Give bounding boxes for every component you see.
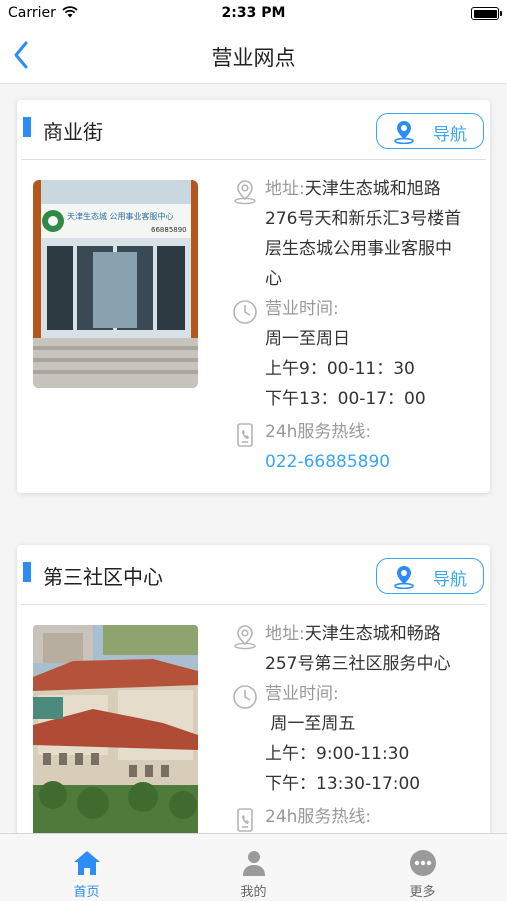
outlet-name: 第三社区中心 [43,565,163,589]
address-line: 257号第三社区服务中心 [265,654,451,674]
address-line: 276号天和新乐汇3号楼首 [265,209,462,229]
hotline-label: 24h服务热线: [265,422,372,442]
phone-icon [237,808,253,832]
hours-block: 营业时间: 周一至周日 上午9：00-11：30 下午13：00-17：00 [265,294,426,414]
outlet-photo [33,625,198,833]
address-label: 地址: [265,179,305,199]
clock-icon [233,300,257,324]
navigate-label: 导航 [433,570,467,590]
tab-home[interactable]: 首页 [2,834,171,901]
outlet-name: 商业街 [43,120,103,144]
tab-label: 更多 [409,885,436,900]
location-pin-icon [394,566,414,589]
user-icon [243,851,265,876]
address-line: 层生态城公用事业客服中 [265,239,452,259]
hours-label: 营业时间: [265,684,339,704]
tab-more[interactable]: 更多 [338,834,507,901]
tab-label: 首页 [73,885,100,900]
address-block: 地址:天津生态城和旭路 276号天和新乐汇3号楼首 层生态城公用事业客服中 心 [265,174,461,294]
photo-sign-phone: 66885890 [151,226,187,234]
hours-block: 营业时间: 周一至周五 上午：9:00-11:30 下午：13:30-17:00 [265,679,420,799]
battery-icon [471,7,502,20]
address-block: 地址:天津生态城和畅路 257号第三社区服务中心 [265,619,450,679]
outlet-card: 第三社区中心 导航 地址:天津生态城和畅路 257号第三社区服务中心 营业时间:… [17,545,490,833]
outlet-photo: 天津生态城 公用事业客服中心 66885890 [33,180,198,388]
title-accent-bar [23,562,31,582]
hotline-block: 24h服务热线: [265,802,371,832]
address-line: 天津生态城和旭路 [304,179,441,199]
home-icon [74,851,100,875]
hours-label: 营业时间: [265,299,339,319]
phone-icon [237,423,253,447]
hours-line: 下午13：00-17：00 [265,389,426,409]
title-accent-bar [23,117,31,137]
navigate-label: 导航 [433,125,467,145]
status-bar: Carrier 2:33 PM [0,0,507,28]
address-line: 心 [265,269,282,289]
hotline-block: 24h服务热线: 022-66885890 [265,417,390,477]
photo-sign-text: 天津生态城 公用事业客服中心 [67,211,174,221]
hotline-label: 24h服务热线: [265,807,372,827]
hours-line: 上午：9:00-11:30 [265,744,410,764]
clock-icon [233,685,257,709]
location-pin-icon [234,180,256,205]
page-title: 营业网点 [211,46,296,70]
more-icon [410,850,436,876]
outlet-card-header: 商业街 导航 [21,100,486,160]
outlet-list[interactable]: 商业街 导航 天津生态城 公用事业客服中心 66885890 地址:天津生态城和… [0,85,507,833]
hours-line: 下午：13:30-17:00 [265,774,421,794]
outlet-card: 商业街 导航 天津生态城 公用事业客服中心 66885890 地址:天津生态城和… [17,100,490,493]
hours-line: 周一至周日 [265,329,350,349]
hours-line: 周一至周五 [265,714,356,734]
tab-label: 我的 [240,885,267,900]
phone-link[interactable]: 022-66885890 [265,447,390,477]
address-label: 地址: [265,624,305,644]
navigation-bar: 营业网点 [0,28,507,84]
outlet-card-header: 第三社区中心 导航 [21,545,486,605]
navigate-button[interactable]: 导航 [376,558,484,594]
clock: 2:33 PM [221,5,286,21]
tab-mine[interactable]: 我的 [169,834,338,901]
hours-line: 上午9：00-11：30 [265,359,415,379]
tab-bar: 首页 我的 更多 [0,833,507,900]
address-line: 天津生态城和畅路 [304,624,441,644]
location-pin-icon [394,121,414,144]
navigate-button[interactable]: 导航 [376,113,484,149]
location-pin-icon [234,625,256,650]
